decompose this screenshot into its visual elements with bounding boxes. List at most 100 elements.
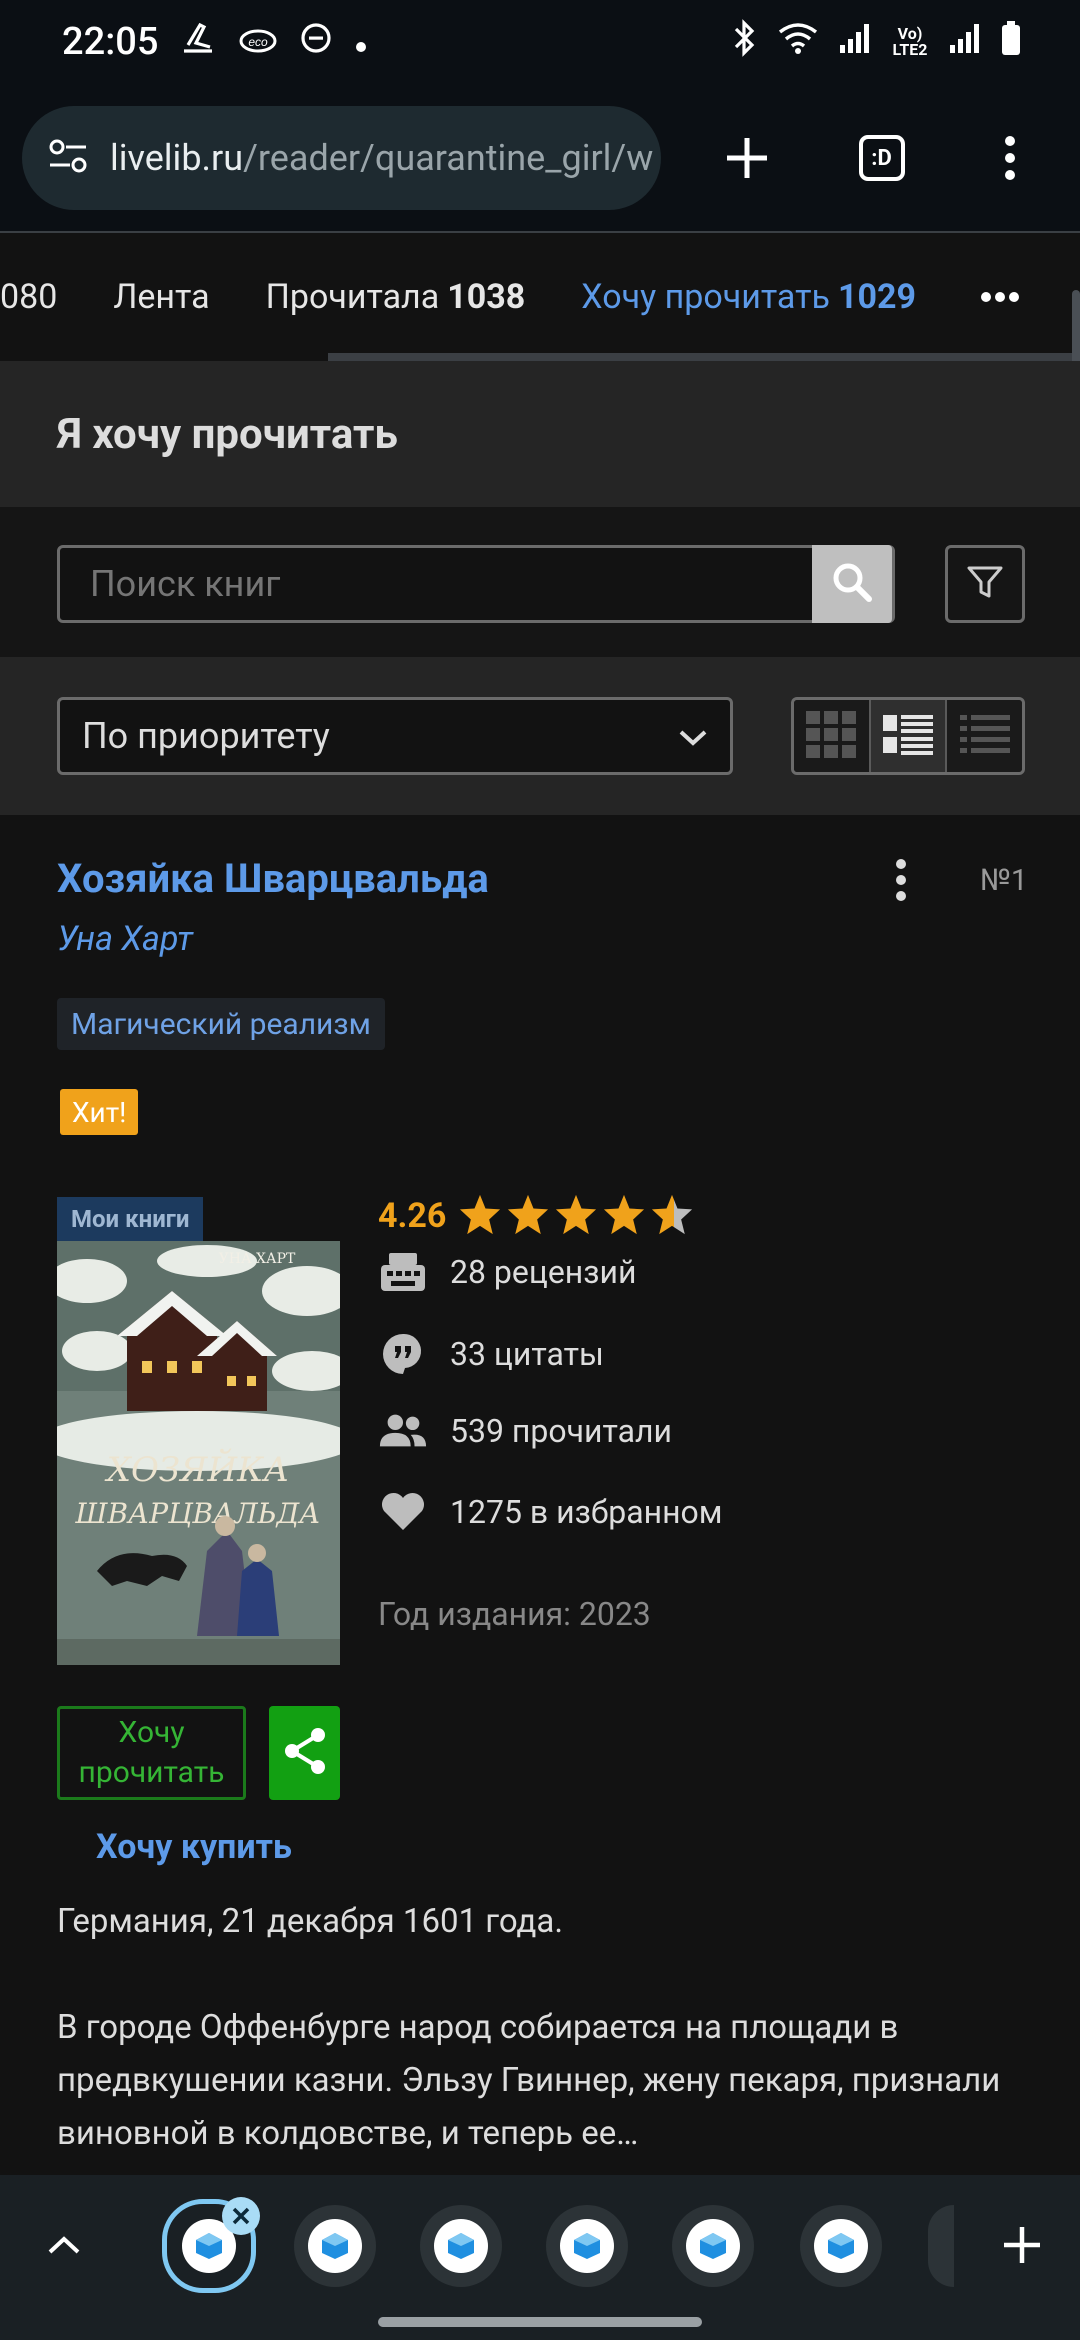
search-button[interactable] <box>812 545 892 623</box>
tab-label: Хочу прочитать <box>581 277 830 317</box>
my-books-badge: Мои книги <box>57 1197 204 1241</box>
livelib-favicon-icon <box>308 2219 362 2273</box>
chevron-up-icon[interactable] <box>34 2215 94 2275</box>
cover-title-line1: ХОЗЯЙКА <box>104 1448 289 1490</box>
favorites-stat[interactable]: 1275 в избранном <box>378 1492 723 1532</box>
star-half-icon <box>650 1193 694 1239</box>
compact-list-icon <box>958 712 1012 760</box>
livelib-favicon-icon <box>560 2219 614 2273</box>
sort-toolbar: По приоритету <box>0 657 1080 815</box>
book-cover[interactable]: ХОЗЯЙКА ШВАРЦВАЛЬДА УНА ХАРТ <box>57 1241 340 1665</box>
description-paragraph: В городе Оффенбурге народ собирается на … <box>57 2008 1001 2153</box>
battery-icon <box>1000 20 1022 65</box>
book-menu-icon[interactable] <box>886 857 916 907</box>
tab-switcher-icon[interactable]: :D <box>834 108 929 208</box>
star-icon <box>458 1193 502 1239</box>
list-view-icon <box>881 712 935 760</box>
url-host: livelib.ru <box>110 137 244 179</box>
url-path: /reader/quarantine_girl/w <box>243 137 654 179</box>
book-position: №1 <box>980 863 1028 898</box>
new-tab-icon[interactable] <box>699 108 794 208</box>
profile-tabs: 080 Лента Прочитала 1038 Хочу прочитать 10… <box>0 233 1080 361</box>
description-paragraph: Германия, 21 декабря 1601 года. <box>57 1902 564 1941</box>
dot-icon <box>354 21 368 63</box>
filter-icon <box>965 562 1005 606</box>
book-title[interactable]: Хозяйка Шварцвальда <box>57 855 489 902</box>
browser-tab[interactable] <box>672 2205 754 2287</box>
url-text: livelib.ru/reader/quarantine_girl/w <box>110 137 653 179</box>
heart-icon <box>378 1492 428 1532</box>
star-icon <box>602 1193 646 1239</box>
people-icon <box>378 1413 428 1449</box>
livelib-favicon-icon <box>686 2219 740 2273</box>
browser-tab[interactable] <box>420 2205 502 2287</box>
tab-label: Прочитала <box>265 277 440 317</box>
cover-title-line2: ШВАРЦВАЛЬДА <box>75 1497 321 1530</box>
address-bar[interactable]: livelib.ru/reader/quarantine_girl/w <box>22 106 662 210</box>
tab-read[interactable]: Прочитала 1038 <box>238 233 554 361</box>
more-tabs-icon[interactable] <box>980 233 1020 361</box>
reviews-stat[interactable]: 28 рецензий <box>378 1251 636 1293</box>
want-to-read-button[interactable]: Хочу прочитать <box>57 1706 246 1800</box>
livelib-favicon-icon <box>814 2219 868 2273</box>
cover-author: УНА ХАРТ <box>219 1251 296 1267</box>
menu-icon[interactable] <box>963 108 1058 208</box>
tab-count: 080 <box>0 277 58 317</box>
close-tab-icon[interactable] <box>222 2197 260 2235</box>
grid-view-icon <box>804 709 858 763</box>
share-button[interactable] <box>269 1706 340 1800</box>
search-field <box>57 545 895 623</box>
home-indicator[interactable] <box>378 2317 702 2327</box>
list-view-button[interactable] <box>870 700 948 772</box>
search-bar <box>0 507 1080 657</box>
reviews-count: 28 рецензий <box>450 1253 637 1291</box>
tab-label: Лента <box>113 277 210 317</box>
readers-count: 539 прочитали <box>450 1412 672 1450</box>
hit-badge: Хит! <box>60 1089 139 1135</box>
filter-button[interactable] <box>945 545 1025 623</box>
star-icon <box>506 1193 550 1239</box>
site-settings-icon[interactable] <box>48 138 88 178</box>
browser-tab[interactable] <box>546 2205 628 2287</box>
wifi-icon <box>776 20 820 65</box>
want-to-buy-link[interactable]: Хочу купить <box>96 1827 292 1867</box>
airplane-icon <box>180 21 216 64</box>
add-tab-icon[interactable] <box>992 2215 1052 2275</box>
tab-count: :D <box>858 135 905 181</box>
sort-select[interactable]: По приоритету <box>57 697 733 775</box>
browser-toolbar: livelib.ru/reader/quarantine_girl/w :D <box>0 84 1080 232</box>
sort-selected: По приоритету <box>82 715 330 757</box>
tab-activity-count[interactable]: 080 <box>0 233 85 361</box>
chevron-down-icon <box>678 715 708 757</box>
readers-stat[interactable]: 539 прочитали <box>378 1412 672 1450</box>
search-icon <box>830 560 874 608</box>
compact-list-view-button[interactable] <box>947 700 1022 772</box>
tab-want-to-read[interactable]: Хочу прочитать 1029 <box>553 233 944 361</box>
cloud-icon: eco <box>238 21 278 63</box>
quotes-stat[interactable]: 33 цитаты <box>378 1332 604 1376</box>
browser-tab[interactable] <box>294 2205 376 2287</box>
bluetooth-icon <box>730 18 758 66</box>
book-author[interactable]: Уна Харт <box>57 919 193 959</box>
view-switcher <box>791 697 1025 775</box>
search-input[interactable] <box>60 563 812 605</box>
grid-view-button[interactable] <box>794 700 871 772</box>
page-title: Я хочу прочитать <box>0 361 1080 507</box>
book-description: Германия, 21 декабря 1601 года. В городе… <box>57 1895 1017 2213</box>
share-icon <box>282 1726 328 1780</box>
browser-tab[interactable] <box>800 2205 882 2287</box>
tab-count: 1029 <box>837 277 917 317</box>
livelib-favicon-icon <box>434 2219 488 2273</box>
browser-tab-partial[interactable] <box>928 2205 954 2287</box>
status-bar: 22:05 eco Vo) LTE2 <box>0 0 1080 84</box>
genre-tag[interactable]: Магический реализм <box>57 998 385 1050</box>
network-label: Vo) LTE2 <box>892 24 928 59</box>
quote-icon <box>378 1332 428 1376</box>
svg-text:eco: eco <box>249 35 269 49</box>
typewriter-icon <box>378 1251 428 1293</box>
star-icon <box>554 1193 598 1239</box>
book-card: Хозяйка Шварцвальда Уна Харт №1 Магическ… <box>0 815 1080 2175</box>
tab-feed[interactable]: Лента <box>85 233 237 361</box>
dnd-icon <box>300 21 332 63</box>
rating: 4.26 <box>378 1193 694 1239</box>
